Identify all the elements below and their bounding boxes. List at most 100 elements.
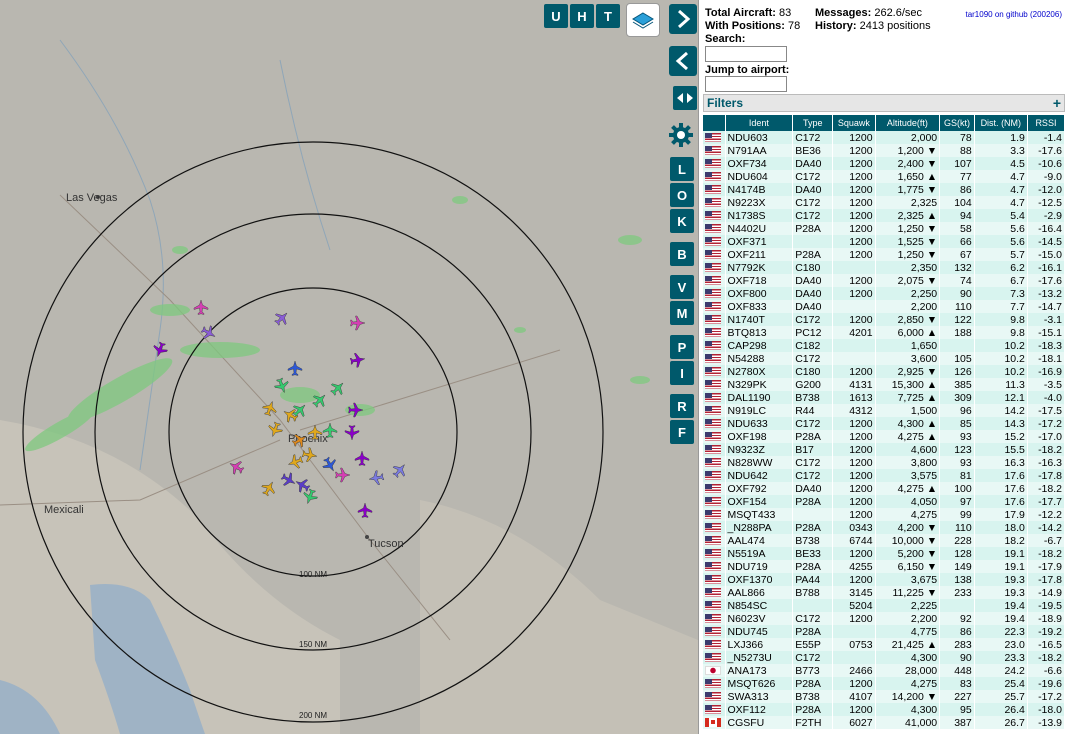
table-row[interactable]: NDU642 C172 1200 3,575 81 17.6 -17.8 xyxy=(703,469,1066,482)
settings-button[interactable] xyxy=(666,120,696,150)
column-header[interactable]: Ident xyxy=(725,115,794,131)
expand-sidebar-button[interactable] xyxy=(669,46,697,76)
table-row[interactable]: DAL1190 B738 1613 7,725 ▲ 309 12.1 -4.0 xyxy=(703,391,1066,404)
table-row[interactable]: N2780X C180 1200 2,925 ▼ 126 10.2 -16.9 xyxy=(703,365,1066,378)
table-row[interactable]: N6023V C172 1200 2,200 92 19.4 -18.9 xyxy=(703,612,1066,625)
table-row[interactable]: N4402U P28A 1200 1,250 ▼ 58 5.6 -16.4 xyxy=(703,222,1066,235)
airport-input[interactable] xyxy=(705,76,787,92)
table-row[interactable]: N9323Z B17 1200 4,600 123 15.5 -18.2 xyxy=(703,443,1066,456)
alt-cell: 41,000 xyxy=(875,716,941,729)
type-cell: DA40 xyxy=(792,157,834,170)
ident-cell: NDU633 xyxy=(725,417,794,430)
toggle-o-button[interactable]: O xyxy=(670,183,694,207)
dist-cell: 12.1 xyxy=(974,391,1028,404)
table-row[interactable]: OXF154 P28A 1200 4,050 97 17.6 -17.7 xyxy=(703,495,1066,508)
table-row[interactable]: NDU604 C172 1200 1,650 ▲ 77 4.7 -9.0 xyxy=(703,170,1066,183)
table-row[interactable]: OXF800 DA40 1200 2,250 90 7.3 -13.2 xyxy=(703,287,1066,300)
map-view[interactable]: 100 NM 150 NM 200 NM Las Vegas Phoenix M… xyxy=(0,0,698,734)
table-row[interactable]: N791AA BE36 1200 1,200 ▼ 88 3.3 -17.6 xyxy=(703,144,1066,157)
ident-cell: NDU642 xyxy=(725,469,794,482)
layers-button[interactable] xyxy=(626,3,660,37)
toggle-v-button[interactable]: V xyxy=(670,275,694,299)
table-row[interactable]: N9223X C172 1200 2,325 104 4.7 -12.5 xyxy=(703,196,1066,209)
ident-cell: OXF792 xyxy=(725,482,794,495)
table-row[interactable]: N329PK G200 4131 15,300 ▲ 385 11.3 -3.5 xyxy=(703,378,1066,391)
map-canvas[interactable]: 100 NM 150 NM 200 NM Las Vegas Phoenix M… xyxy=(0,0,698,734)
github-link[interactable]: tar1090 on github (200206) xyxy=(965,10,1062,19)
gs-cell: 110 xyxy=(939,300,975,313)
toggle-p-button[interactable]: P xyxy=(670,335,694,359)
table-row[interactable]: OXF198 P28A 1200 4,275 ▲ 93 15.2 -17.0 xyxy=(703,430,1066,443)
toggle-r-button[interactable]: R xyxy=(670,394,694,418)
toggle-f-button[interactable]: F xyxy=(670,420,694,444)
squawk-cell: 4255 xyxy=(832,560,876,573)
table-row[interactable]: OXF792 DA40 1200 4,275 ▲ 100 17.6 -18.2 xyxy=(703,482,1066,495)
type-cell: C172 xyxy=(792,196,834,209)
table-row[interactable]: NDU719 P28A 4255 6,150 ▼ 149 19.1 -17.9 xyxy=(703,560,1066,573)
toggle-b-button[interactable]: B xyxy=(670,242,694,266)
table-row[interactable]: SWA313 B738 4107 14,200 ▼ 227 25.7 -17.2 xyxy=(703,690,1066,703)
squawk-cell: 1200 xyxy=(832,274,876,287)
collapse-sidebar-button[interactable] xyxy=(669,4,697,34)
table-row[interactable]: OXF718 DA40 1200 2,075 ▼ 74 6.7 -17.6 xyxy=(703,274,1066,287)
type-cell: C180 xyxy=(792,261,834,274)
table-row[interactable]: _N288PA P28A 0343 4,200 ▼ 110 18.0 -14.2 xyxy=(703,521,1066,534)
gs-cell: 100 xyxy=(939,482,975,495)
table-row[interactable]: N1738S C172 1200 2,325 ▲ 94 5.4 -2.9 xyxy=(703,209,1066,222)
toggle-m-button[interactable]: M xyxy=(670,301,694,325)
table-row[interactable]: OXF734 DA40 1200 2,400 ▼ 107 4.5 -10.6 xyxy=(703,157,1066,170)
flag-icon xyxy=(705,263,721,273)
filters-toggle-icon[interactable]: + xyxy=(1053,95,1061,111)
table-row[interactable]: N854SC 5204 2,225 19.4 -19.5 xyxy=(703,599,1066,612)
rssi-cell: -19.6 xyxy=(1027,677,1066,690)
column-header[interactable]: RSSI xyxy=(1027,115,1066,131)
table-row[interactable]: NDU603 C172 1200 2,000 78 1.9 -1.4 xyxy=(703,131,1066,144)
flag-cell xyxy=(703,443,726,456)
table-row[interactable]: N5519A BE33 1200 5,200 ▼ 128 19.1 -18.2 xyxy=(703,547,1066,560)
table-row[interactable]: N54288 C172 3,600 105 10.2 -18.1 xyxy=(703,352,1066,365)
squawk-cell xyxy=(832,339,876,352)
rssi-cell: -17.0 xyxy=(1027,430,1066,443)
alt-cell: 2,200 xyxy=(875,300,941,313)
table-row[interactable]: N4174B DA40 1200 1,775 ▼ 86 4.7 -12.0 xyxy=(703,183,1066,196)
toggle-u-button[interactable]: U xyxy=(544,4,568,28)
toggle-t-button[interactable]: T xyxy=(596,4,620,28)
table-row[interactable]: OXF211 P28A 1200 1,250 ▼ 67 5.7 -15.0 xyxy=(703,248,1066,261)
table-row[interactable]: N1740T C172 1200 2,850 ▼ 122 9.8 -3.1 xyxy=(703,313,1066,326)
table-row[interactable]: N828WW C172 1200 3,800 93 16.3 -16.3 xyxy=(703,456,1066,469)
column-header[interactable]: Altitude(ft) xyxy=(875,115,941,131)
toggle-l-button[interactable]: L xyxy=(670,157,694,181)
toggle-i-button[interactable]: I xyxy=(670,361,694,385)
alt-cell: 2,000 xyxy=(875,131,941,144)
table-row[interactable]: BTQ813 PC12 4201 6,000 ▲ 188 9.8 -15.1 xyxy=(703,326,1066,339)
ident-cell: N6023V xyxy=(725,612,794,625)
toggle-k-button[interactable]: K xyxy=(670,209,694,233)
table-row[interactable]: _N5273U C172 4,300 90 23.3 -18.2 xyxy=(703,651,1066,664)
table-row[interactable]: MSQT433 1200 4,275 99 17.9 -12.2 xyxy=(703,508,1066,521)
column-header[interactable]: Squawk xyxy=(832,115,876,131)
ident-cell: MSQT433 xyxy=(725,508,794,521)
table-row[interactable]: N7792K C180 2,350 132 6.2 -16.1 xyxy=(703,261,1066,274)
column-header[interactable]: Dist. (NM) xyxy=(974,115,1028,131)
column-header[interactable]: GS(kt) xyxy=(939,115,975,131)
table-row[interactable]: LXJ366 E55P 0753 21,425 ▲ 283 23.0 -16.5 xyxy=(703,638,1066,651)
table-row[interactable]: CAP298 C182 1,650 10.2 -18.3 xyxy=(703,339,1066,352)
table-row[interactable]: MSQT626 P28A 1200 4,275 83 25.4 -19.6 xyxy=(703,677,1066,690)
table-row[interactable]: AAL866 B788 3145 11,225 ▼ 233 19.3 -14.9 xyxy=(703,586,1066,599)
table-row[interactable]: ANA173 B773 2466 28,000 448 24.2 -6.6 xyxy=(703,664,1066,677)
table-row[interactable]: OXF112 P28A 1200 4,300 95 26.4 -18.0 xyxy=(703,703,1066,716)
table-row[interactable]: AAL474 B738 6744 10,000 ▼ 228 18.2 -6.7 xyxy=(703,534,1066,547)
table-row[interactable]: NDU745 P28A 4,775 86 22.3 -19.2 xyxy=(703,625,1066,638)
resize-sidebar-button[interactable] xyxy=(673,86,697,110)
table-row[interactable]: N919LC R44 4312 1,500 96 14.2 -17.5 xyxy=(703,404,1066,417)
table-row[interactable]: NDU633 C172 1200 4,300 ▲ 85 14.3 -17.2 xyxy=(703,417,1066,430)
table-row[interactable]: CGSFU F2TH 6027 41,000 387 26.7 -13.9 xyxy=(703,716,1066,729)
toggle-h-button[interactable]: H xyxy=(570,4,594,28)
table-row[interactable]: OXF371 1200 1,525 ▼ 66 5.6 -14.5 xyxy=(703,235,1066,248)
filters-bar[interactable]: Filters + xyxy=(703,94,1065,112)
search-input[interactable] xyxy=(705,46,787,62)
column-header[interactable]: Type xyxy=(792,115,834,131)
table-row[interactable]: OXF1370 PA44 1200 3,675 138 19.3 -17.8 xyxy=(703,573,1066,586)
column-header[interactable] xyxy=(703,115,726,131)
table-row[interactable]: OXF833 DA40 2,200 110 7.7 -14.7 xyxy=(703,300,1066,313)
